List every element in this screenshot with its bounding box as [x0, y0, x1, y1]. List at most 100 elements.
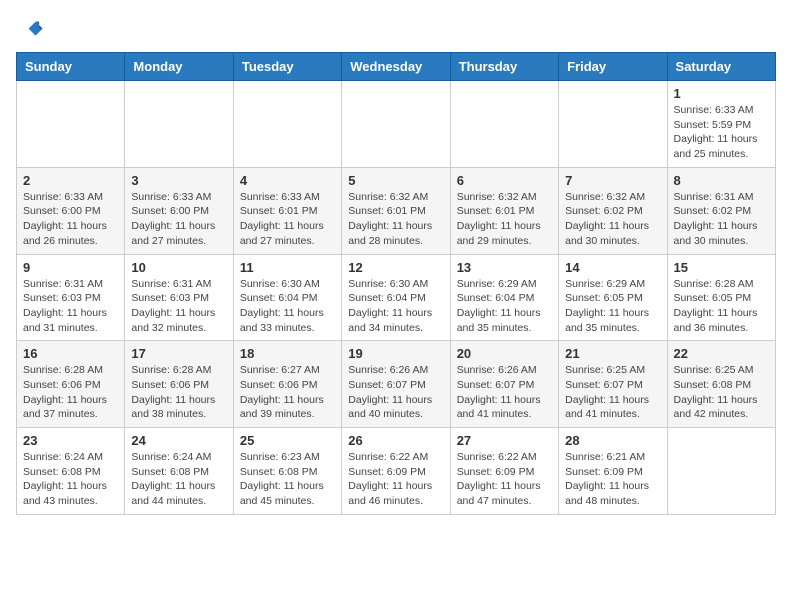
day-cell: 13 Sunrise: 6:29 AMSunset: 6:04 PMDayligh…	[450, 254, 558, 341]
day-number: 25	[240, 433, 335, 448]
day-info: Sunrise: 6:26 AMSunset: 6:07 PMDaylight:…	[457, 363, 552, 422]
day-cell: 12 Sunrise: 6:30 AMSunset: 6:04 PMDayligh…	[342, 254, 450, 341]
day-info: Sunrise: 6:22 AMSunset: 6:09 PMDaylight:…	[348, 450, 443, 509]
day-info: Sunrise: 6:25 AMSunset: 6:08 PMDaylight:…	[674, 363, 769, 422]
day-cell: 2 Sunrise: 6:33 AMSunset: 6:00 PMDaylight…	[17, 167, 125, 254]
day-number: 5	[348, 173, 443, 188]
day-number: 9	[23, 260, 118, 275]
weekday-sunday: Sunday	[17, 53, 125, 81]
weekday-saturday: Saturday	[667, 53, 775, 81]
day-number: 2	[23, 173, 118, 188]
day-cell: 24 Sunrise: 6:24 AMSunset: 6:08 PMDayligh…	[125, 428, 233, 515]
day-number: 15	[674, 260, 769, 275]
day-info: Sunrise: 6:24 AMSunset: 6:08 PMDaylight:…	[131, 450, 226, 509]
logo-icon	[16, 16, 44, 44]
week-row-1: 1 Sunrise: 6:33 AMSunset: 5:59 PMDaylight…	[17, 81, 776, 168]
week-row-4: 16Sunrise: 6:28 AMSunset: 6:06 PMDayligh…	[17, 341, 776, 428]
day-cell: 25 Sunrise: 6:23 AMSunset: 6:08 PMDayligh…	[233, 428, 341, 515]
logo	[16, 16, 48, 44]
day-number: 1	[674, 86, 769, 101]
day-info: Sunrise: 6:30 AMSunset: 6:04 PMDaylight:…	[240, 277, 335, 336]
day-info: Sunrise: 6:21 AMSunset: 6:09 PMDaylight:…	[565, 450, 660, 509]
calendar: SundayMondayTuesdayWednesdayThursdayFrid…	[16, 52, 776, 515]
day-cell: 16Sunrise: 6:28 AMSunset: 6:06 PMDayligh…	[17, 341, 125, 428]
day-cell	[17, 81, 125, 168]
day-cell: 14 Sunrise: 6:29 AMSunset: 6:05 PMDayligh…	[559, 254, 667, 341]
day-cell: 11Sunrise: 6:30 AMSunset: 6:04 PMDayligh…	[233, 254, 341, 341]
day-number: 17	[131, 346, 226, 361]
day-cell: 18 Sunrise: 6:27 AMSunset: 6:06 PMDayligh…	[233, 341, 341, 428]
weekday-wednesday: Wednesday	[342, 53, 450, 81]
day-cell: 5Sunrise: 6:32 AMSunset: 6:01 PMDaylight…	[342, 167, 450, 254]
day-info: Sunrise: 6:29 AMSunset: 6:04 PMDaylight:…	[457, 277, 552, 336]
day-number: 24	[131, 433, 226, 448]
day-cell	[233, 81, 341, 168]
day-cell: 23 Sunrise: 6:24 AMSunset: 6:08 PMDayligh…	[17, 428, 125, 515]
day-info: Sunrise: 6:25 AMSunset: 6:07 PMDaylight:…	[565, 363, 660, 422]
day-number: 22	[674, 346, 769, 361]
day-cell: 26 Sunrise: 6:22 AMSunset: 6:09 PMDayligh…	[342, 428, 450, 515]
day-number: 3	[131, 173, 226, 188]
day-number: 18	[240, 346, 335, 361]
day-cell: 22 Sunrise: 6:25 AMSunset: 6:08 PMDayligh…	[667, 341, 775, 428]
day-info: Sunrise: 6:27 AMSunset: 6:06 PMDaylight:…	[240, 363, 335, 422]
day-cell	[450, 81, 558, 168]
day-info: Sunrise: 6:22 AMSunset: 6:09 PMDaylight:…	[457, 450, 552, 509]
day-number: 12	[348, 260, 443, 275]
day-info: Sunrise: 6:32 AMSunset: 6:01 PMDaylight:…	[457, 190, 552, 249]
day-cell: 4 Sunrise: 6:33 AMSunset: 6:01 PMDaylight…	[233, 167, 341, 254]
day-cell	[342, 81, 450, 168]
day-cell	[125, 81, 233, 168]
day-info: Sunrise: 6:28 AMSunset: 6:06 PMDaylight:…	[23, 363, 118, 422]
day-info: Sunrise: 6:28 AMSunset: 6:06 PMDaylight:…	[131, 363, 226, 422]
day-info: Sunrise: 6:26 AMSunset: 6:07 PMDaylight:…	[348, 363, 443, 422]
day-info: Sunrise: 6:33 AMSunset: 6:00 PMDaylight:…	[131, 190, 226, 249]
day-cell: 17 Sunrise: 6:28 AMSunset: 6:06 PMDayligh…	[125, 341, 233, 428]
day-number: 10	[131, 260, 226, 275]
day-number: 23	[23, 433, 118, 448]
day-cell: 21 Sunrise: 6:25 AMSunset: 6:07 PMDayligh…	[559, 341, 667, 428]
day-number: 13	[457, 260, 552, 275]
calendar-body: 1 Sunrise: 6:33 AMSunset: 5:59 PMDaylight…	[17, 81, 776, 515]
day-info: Sunrise: 6:31 AMSunset: 6:03 PMDaylight:…	[23, 277, 118, 336]
day-info: Sunrise: 6:32 AMSunset: 6:02 PMDaylight:…	[565, 190, 660, 249]
day-info: Sunrise: 6:33 AMSunset: 6:00 PMDaylight:…	[23, 190, 118, 249]
day-number: 20	[457, 346, 552, 361]
day-cell: 20 Sunrise: 6:26 AMSunset: 6:07 PMDayligh…	[450, 341, 558, 428]
day-number: 7	[565, 173, 660, 188]
weekday-monday: Monday	[125, 53, 233, 81]
week-row-2: 2 Sunrise: 6:33 AMSunset: 6:00 PMDaylight…	[17, 167, 776, 254]
day-number: 8	[674, 173, 769, 188]
day-number: 19	[348, 346, 443, 361]
day-number: 26	[348, 433, 443, 448]
day-number: 4	[240, 173, 335, 188]
day-cell: 15Sunrise: 6:28 AMSunset: 6:05 PMDayligh…	[667, 254, 775, 341]
day-cell: 1 Sunrise: 6:33 AMSunset: 5:59 PMDaylight…	[667, 81, 775, 168]
day-number: 6	[457, 173, 552, 188]
day-number: 14	[565, 260, 660, 275]
day-cell	[667, 428, 775, 515]
day-cell: 9 Sunrise: 6:31 AMSunset: 6:03 PMDaylight…	[17, 254, 125, 341]
day-cell: 10Sunrise: 6:31 AMSunset: 6:03 PMDayligh…	[125, 254, 233, 341]
day-info: Sunrise: 6:29 AMSunset: 6:05 PMDaylight:…	[565, 277, 660, 336]
day-info: Sunrise: 6:31 AMSunset: 6:02 PMDaylight:…	[674, 190, 769, 249]
day-cell: 3 Sunrise: 6:33 AMSunset: 6:00 PMDaylight…	[125, 167, 233, 254]
day-number: 21	[565, 346, 660, 361]
weekday-header: SundayMondayTuesdayWednesdayThursdayFrid…	[17, 53, 776, 81]
day-number: 27	[457, 433, 552, 448]
day-cell: 6 Sunrise: 6:32 AMSunset: 6:01 PMDaylight…	[450, 167, 558, 254]
day-cell	[559, 81, 667, 168]
weekday-friday: Friday	[559, 53, 667, 81]
day-cell: 7 Sunrise: 6:32 AMSunset: 6:02 PMDaylight…	[559, 167, 667, 254]
page-header	[16, 16, 776, 44]
day-info: Sunrise: 6:30 AMSunset: 6:04 PMDaylight:…	[348, 277, 443, 336]
week-row-3: 9 Sunrise: 6:31 AMSunset: 6:03 PMDaylight…	[17, 254, 776, 341]
week-row-5: 23 Sunrise: 6:24 AMSunset: 6:08 PMDayligh…	[17, 428, 776, 515]
day-info: Sunrise: 6:33 AMSunset: 6:01 PMDaylight:…	[240, 190, 335, 249]
day-info: Sunrise: 6:23 AMSunset: 6:08 PMDaylight:…	[240, 450, 335, 509]
day-info: Sunrise: 6:24 AMSunset: 6:08 PMDaylight:…	[23, 450, 118, 509]
day-info: Sunrise: 6:33 AMSunset: 5:59 PMDaylight:…	[674, 103, 769, 162]
weekday-thursday: Thursday	[450, 53, 558, 81]
day-cell: 27 Sunrise: 6:22 AMSunset: 6:09 PMDayligh…	[450, 428, 558, 515]
day-cell: 28Sunrise: 6:21 AMSunset: 6:09 PMDayligh…	[559, 428, 667, 515]
